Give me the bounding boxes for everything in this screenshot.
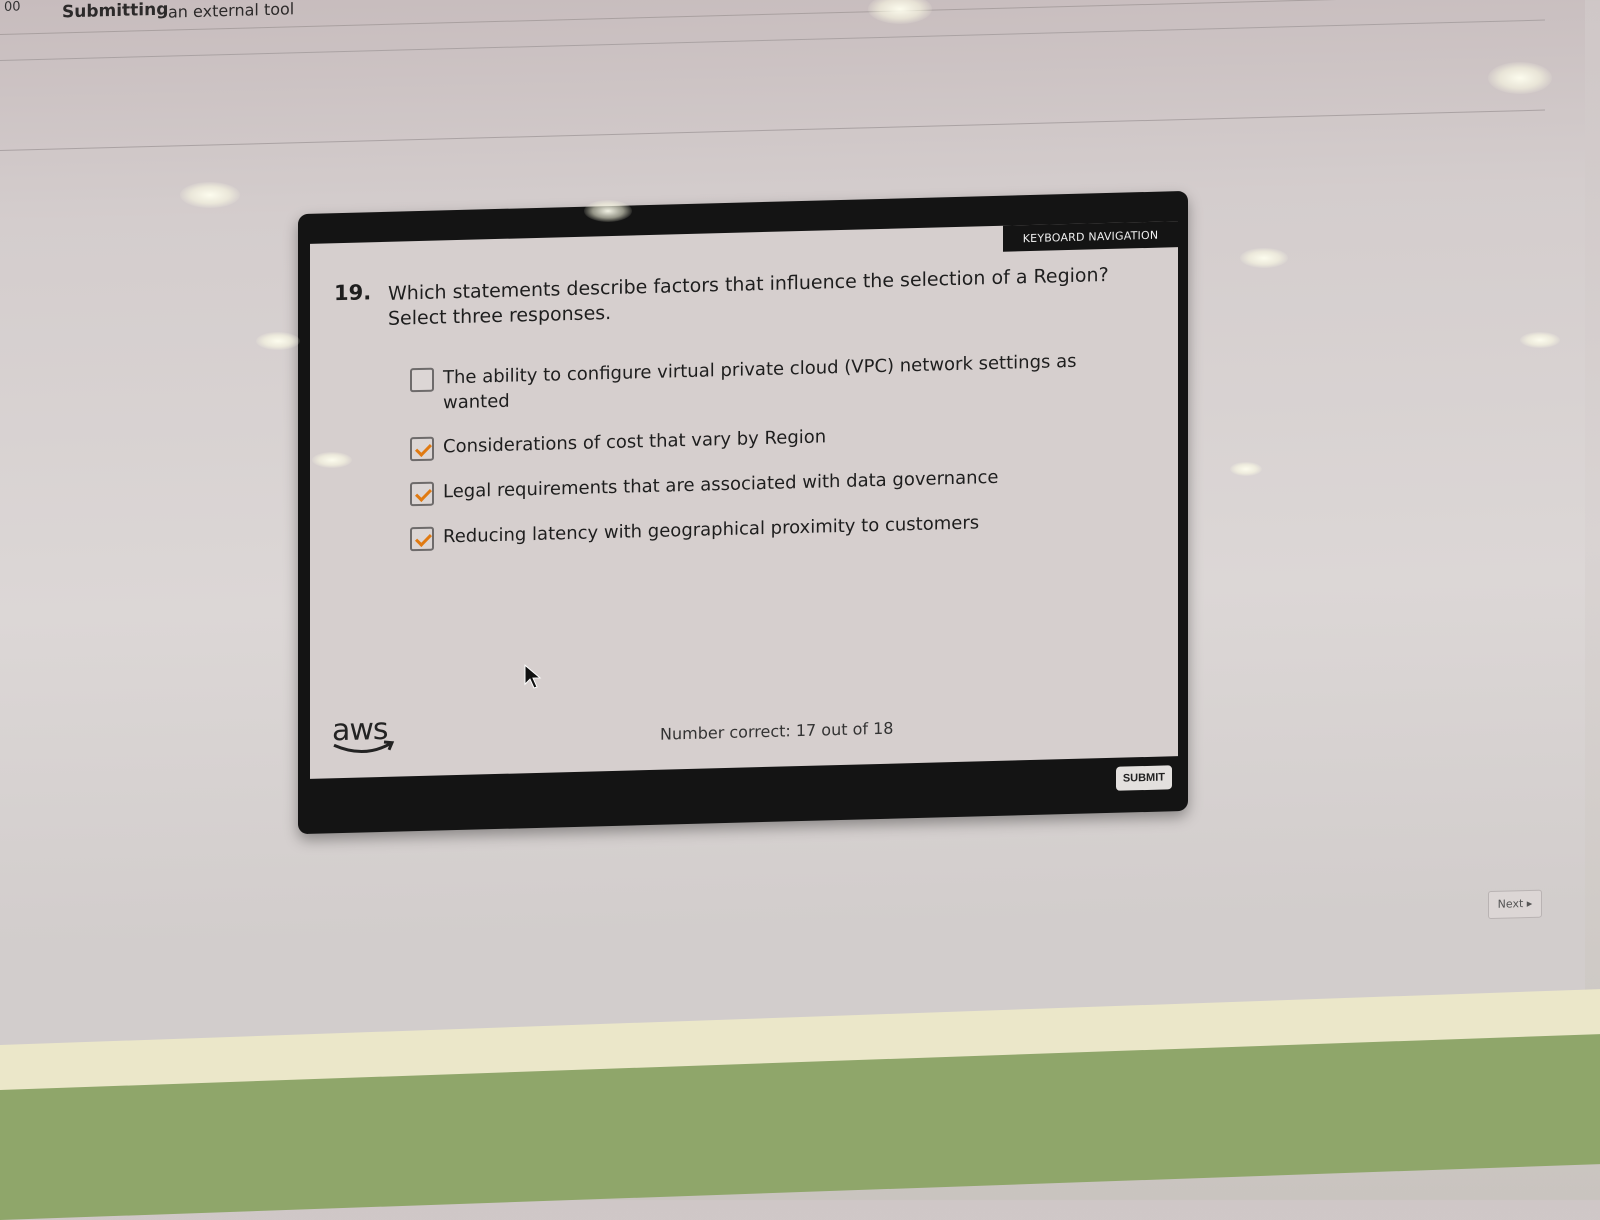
light-glare	[1240, 248, 1288, 268]
checkbox-icon[interactable]	[410, 526, 434, 552]
light-glare	[180, 182, 240, 208]
answer-option[interactable]: Reducing latency with geographical proxi…	[410, 506, 1130, 552]
quiz-module: KEYBOARD NAVIGATION 19. Which statements…	[298, 190, 1188, 835]
light-glare	[1520, 332, 1560, 348]
next-button[interactable]: Next ▸	[1488, 889, 1542, 920]
topbar-edge-text: 00	[4, 0, 21, 15]
light-glare	[256, 332, 300, 350]
submit-button[interactable]: SUBMIT	[1115, 765, 1172, 791]
checkbox-icon[interactable]	[410, 367, 434, 393]
answer-options: The ability to configure virtual private…	[410, 347, 1130, 570]
keyboard-navigation-button[interactable]: KEYBOARD NAVIGATION	[1003, 221, 1178, 252]
aws-logo: aws	[332, 711, 402, 763]
answer-option-label: Reducing latency with geographical proxi…	[443, 512, 980, 548]
aws-smile-icon	[333, 740, 395, 753]
light-glare	[1230, 462, 1262, 476]
answer-option-label: Legal requirements that are associated w…	[443, 466, 999, 503]
monitor-screen: 00 Submitting an external tool KEYBOARD …	[0, 0, 1585, 1120]
submission-tool-text: an external tool	[168, 0, 295, 22]
question-number: 19.	[334, 280, 372, 306]
answer-option-label: Considerations of cost that vary by Regi…	[443, 426, 827, 458]
checkbox-icon[interactable]	[410, 436, 434, 462]
lms-topbar: 00 Submitting an external tool	[0, 0, 1585, 35]
score-text: Number correct: 17 out of 18	[660, 718, 894, 744]
checkbox-icon[interactable]	[410, 481, 434, 507]
answer-option[interactable]: The ability to configure virtual private…	[410, 347, 1130, 416]
question-text: Which statements describe factors that i…	[388, 263, 1109, 330]
submission-status: Submitting	[62, 0, 169, 23]
answer-option-label: The ability to configure virtual private…	[443, 350, 1077, 414]
answer-option[interactable]: Legal requirements that are associated w…	[410, 461, 1130, 507]
answer-option[interactable]: Considerations of cost that vary by Regi…	[410, 416, 1130, 462]
light-glare	[312, 452, 352, 468]
quiz-slide: KEYBOARD NAVIGATION 19. Which statements…	[310, 221, 1178, 779]
light-glare	[1488, 62, 1552, 94]
mouse-cursor-icon	[524, 664, 542, 689]
light-glare	[584, 200, 632, 222]
divider	[0, 109, 1545, 151]
